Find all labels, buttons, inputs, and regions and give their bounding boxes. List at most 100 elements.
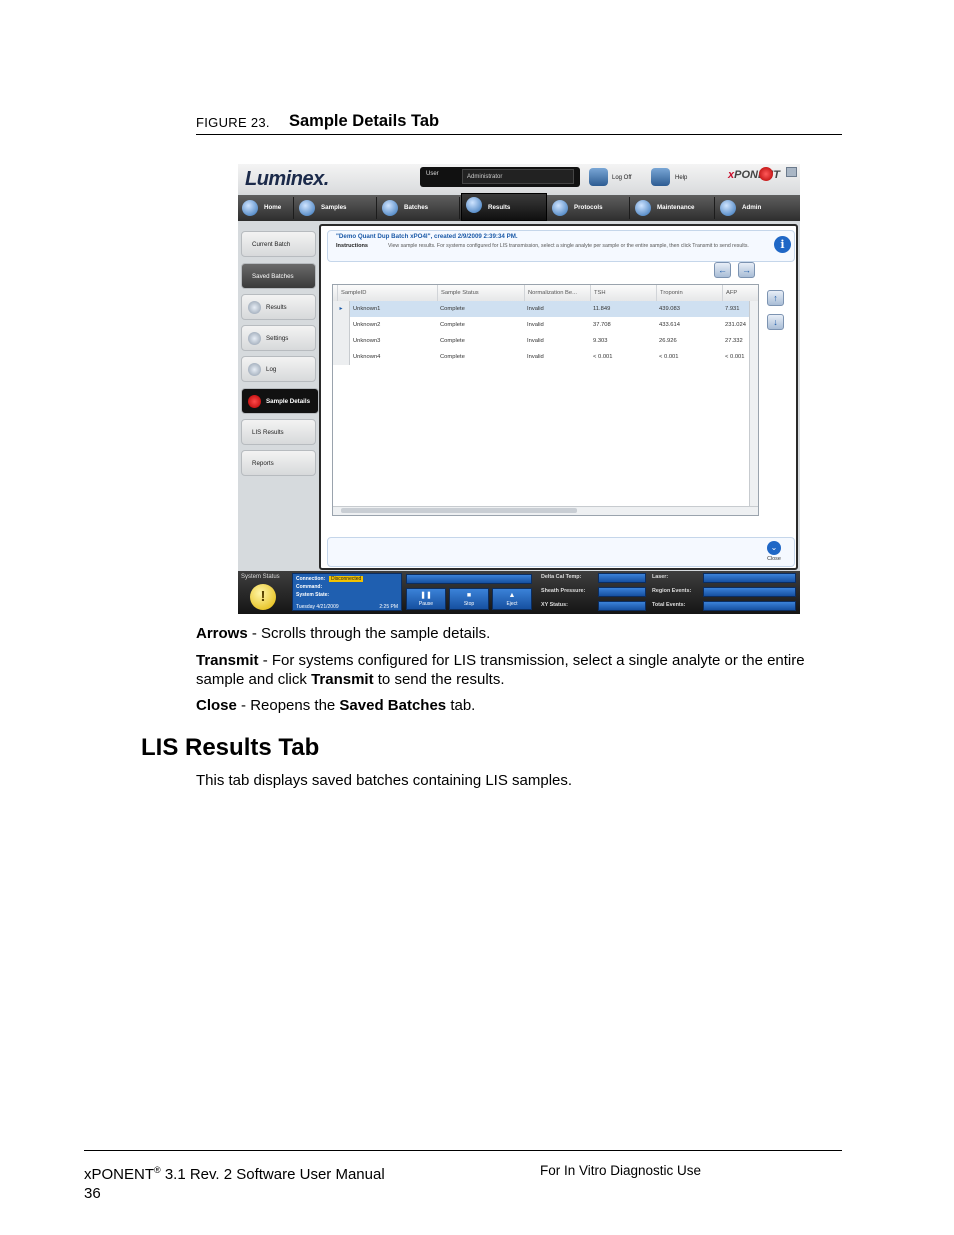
close-label: Close [767,556,781,562]
col-troponin[interactable]: Troponin [656,285,683,301]
cell-normalization[interactable]: Invalid [527,317,544,333]
info-icon[interactable]: i [774,236,791,253]
eject-button[interactable]: ▲ Eject [492,588,532,610]
delta-cal-temp-value [598,573,646,583]
tab-samples[interactable]: Samples [295,197,377,219]
sidebar-item-settings[interactable]: Settings [241,325,316,351]
arrow-up-button[interactable]: ↑ [767,290,784,306]
cell-tsh[interactable]: < 0.001 [593,349,613,365]
cell-afp[interactable]: 7.931 [725,301,740,317]
sidebar-item-log[interactable]: Log [241,356,316,382]
saved-batches-term: Saved Batches [339,697,447,714]
logoff-label[interactable]: Log Off [612,175,632,181]
cell-sampleid[interactable]: Unknown4 [353,349,380,365]
warning-icon[interactable]: ! [250,584,276,610]
tab-home[interactable]: Home [238,197,294,219]
logoff-icon[interactable] [589,168,608,186]
row-header [333,349,350,365]
cell-tsh[interactable]: 9.303 [593,333,608,349]
table-row[interactable]: Unknown4 Complete Invalid < 0.001 < 0.00… [333,349,758,365]
samples-icon [299,200,315,216]
table-row[interactable]: Unknown2 Complete Invalid 37.708 433.614… [333,317,758,333]
tab-maintenance[interactable]: Maintenance [631,197,715,219]
luminex-logo: Luminex. [245,168,329,190]
arrow-right-button[interactable]: → [738,262,755,278]
col-afp[interactable]: AFP [722,285,737,301]
vertical-scrollbar[interactable] [749,301,758,507]
footer-manual-title: xPONENT® 3.1 Rev. 2 Software User Manual… [84,1161,385,1203]
user-box: User Administrator [420,167,580,187]
cell-troponin[interactable]: 26.926 [659,333,677,349]
total-events-value [703,601,796,611]
sheath-pressure-value [598,587,646,597]
tab-batches[interactable]: Batches [378,197,460,219]
cell-sampleid[interactable]: Unknown2 [353,317,380,333]
cell-troponin[interactable]: < 0.001 [659,349,679,365]
sidebar-item-current-batch[interactable]: Current Batch [241,231,316,257]
arrow-left-button[interactable]: ← [714,262,731,278]
sidebar-item-results[interactable]: Results [241,294,316,320]
cell-afp[interactable]: 27.332 [725,333,743,349]
eject-icon: ▲ [508,592,516,599]
table-row[interactable]: Unknown3 Complete Invalid 9.303 26.926 2… [333,333,758,349]
sidebar-item-sample-details[interactable]: Sample Details [241,388,319,414]
pause-icon: ❚❚ [420,592,432,599]
close-button[interactable]: ⌄ Close [758,540,790,564]
sidebar-item-saved-batches[interactable]: Saved Batches [241,263,316,289]
cell-normalization[interactable]: Invalid [527,301,544,317]
maintenance-icon [635,200,651,216]
command-label: Command: [296,584,323,590]
xy-status-label: XY Status: [541,602,568,608]
user-field[interactable]: Administrator [462,169,574,184]
col-normalization[interactable]: Normalization Be... [524,285,577,301]
footer-divider [84,1150,842,1151]
cell-troponin[interactable]: 439.083 [659,301,680,317]
transmit-button[interactable]: ↓ [767,314,784,330]
sidebar-item-reports[interactable]: Reports [241,450,316,476]
status-time: 2:25 PM [379,604,398,610]
connection-label: Connection: [296,576,326,582]
cell-status[interactable]: Complete [440,301,465,317]
scroll-thumb[interactable] [341,508,577,513]
help-label[interactable]: Help [675,175,687,181]
cell-status[interactable]: Complete [440,317,465,333]
section-paragraph: This tab displays saved batches containi… [196,772,573,789]
col-sampleid[interactable]: SampleID [337,285,366,301]
transmit-term: Transmit [196,652,259,669]
cell-status[interactable]: Complete [440,349,465,365]
cell-tsh[interactable]: 37.708 [593,317,611,333]
status-date: Tuesday 4/21/2009 [296,604,339,610]
pause-button[interactable]: ❚❚ Pause [406,588,446,610]
cell-troponin[interactable]: 433.614 [659,317,680,333]
tab-results[interactable]: Results [461,193,547,221]
cell-normalization[interactable]: Invalid [527,349,544,365]
cell-normalization[interactable]: Invalid [527,333,544,349]
results-icon [466,197,482,213]
cell-sampleid[interactable]: Unknown3 [353,333,380,349]
admin-icon [720,200,736,216]
software-screenshot: Luminex. User Administrator Log Off Help… [238,164,800,614]
results-dot-icon [248,301,261,314]
col-tsh[interactable]: TSH [590,285,606,301]
tab-protocols[interactable]: Protocols [548,197,630,219]
help-icon[interactable] [651,168,670,186]
col-sample-status[interactable]: Sample Status [437,285,479,301]
user-label: User [426,171,439,177]
close-text-end: tab. [446,697,476,714]
cell-sampleid[interactable]: Unknown1 [353,301,380,317]
cell-status[interactable]: Complete [440,333,465,349]
laser-label: Laser: [652,574,669,580]
cell-afp[interactable]: 231.024 [725,317,746,333]
sample-details-panel: "Demo Quant Dup Batch xPO4l", created 2/… [319,224,798,570]
stop-button[interactable]: ■ Stop [449,588,489,610]
cell-afp[interactable]: < 0.001 [725,349,745,365]
delta-cal-temp-label: Delta Cal Temp: [541,574,582,580]
sheath-pressure-label: Sheath Pressure: [541,588,586,594]
cell-tsh[interactable]: 11.849 [593,301,610,317]
sidebar-item-lis-results[interactable]: LIS Results [241,419,316,445]
horizontal-scrollbar[interactable] [333,506,758,515]
table-row[interactable]: ▸ Unknown1 Complete Invalid 11.849 439.0… [333,301,758,317]
minimize-icon[interactable] [786,167,797,177]
connection-value: Disconnected [329,576,364,582]
tab-admin[interactable]: Admin [716,197,800,219]
